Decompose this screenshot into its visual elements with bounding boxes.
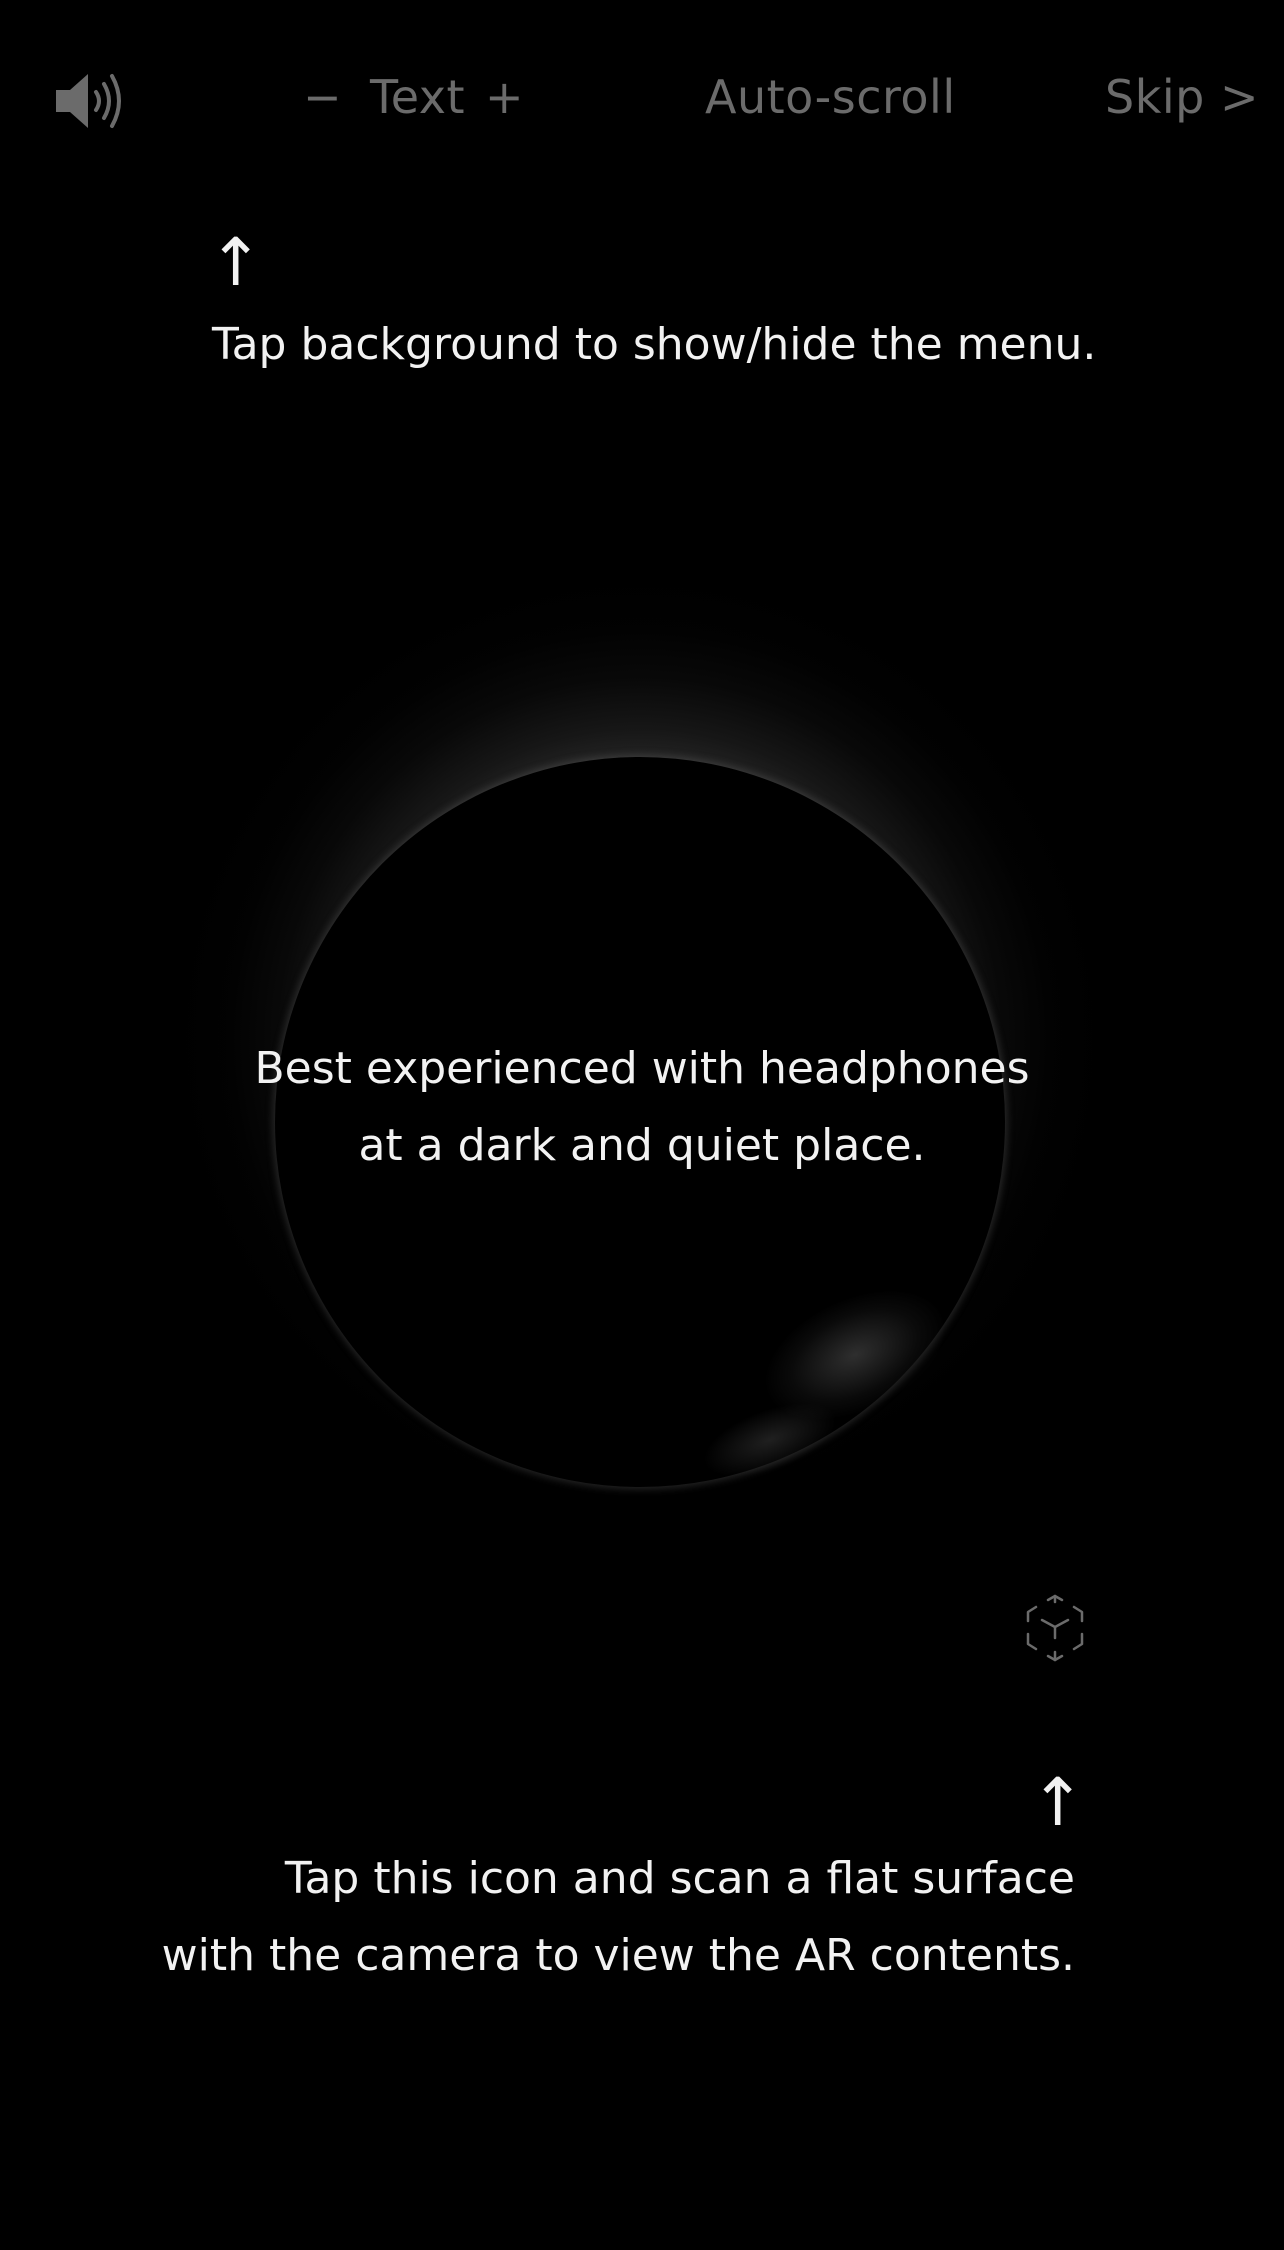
- text-size-label: Text: [370, 70, 466, 124]
- up-arrow-icon: ↑: [208, 224, 264, 301]
- ar-button[interactable]: [1022, 1594, 1088, 1662]
- skip-button[interactable]: Skip >: [1105, 62, 1259, 132]
- ar-cube-icon: [1026, 1594, 1084, 1662]
- text-increase-button[interactable]: +: [485, 62, 524, 132]
- auto-scroll-button[interactable]: Auto-scroll: [705, 62, 956, 132]
- headphones-message: Best experienced with headphones at a da…: [190, 1030, 1094, 1184]
- headphones-message-line-1: Best experienced with headphones: [254, 1043, 1030, 1094]
- text-decrease-button[interactable]: −: [303, 62, 342, 132]
- speaker-volume-icon: [56, 74, 121, 128]
- background-tap-area[interactable]: − Text + Auto-scroll Skip > ↑ Tap backgr…: [0, 0, 1284, 2250]
- headphones-message-line-2: at a dark and quiet place.: [358, 1120, 926, 1171]
- ar-hint-text: Tap this icon and scan a flat surface wi…: [162, 1840, 1075, 1994]
- ar-hint-line-1: Tap this icon and scan a flat surface: [284, 1853, 1075, 1904]
- ar-hint-line-2: with the camera to view the AR contents.: [161, 1930, 1075, 1981]
- sound-button[interactable]: [54, 70, 130, 132]
- up-arrow-icon: ↑: [1030, 1764, 1086, 1841]
- menu-hint-text: Tap background to show/hide the menu.: [212, 319, 1097, 370]
